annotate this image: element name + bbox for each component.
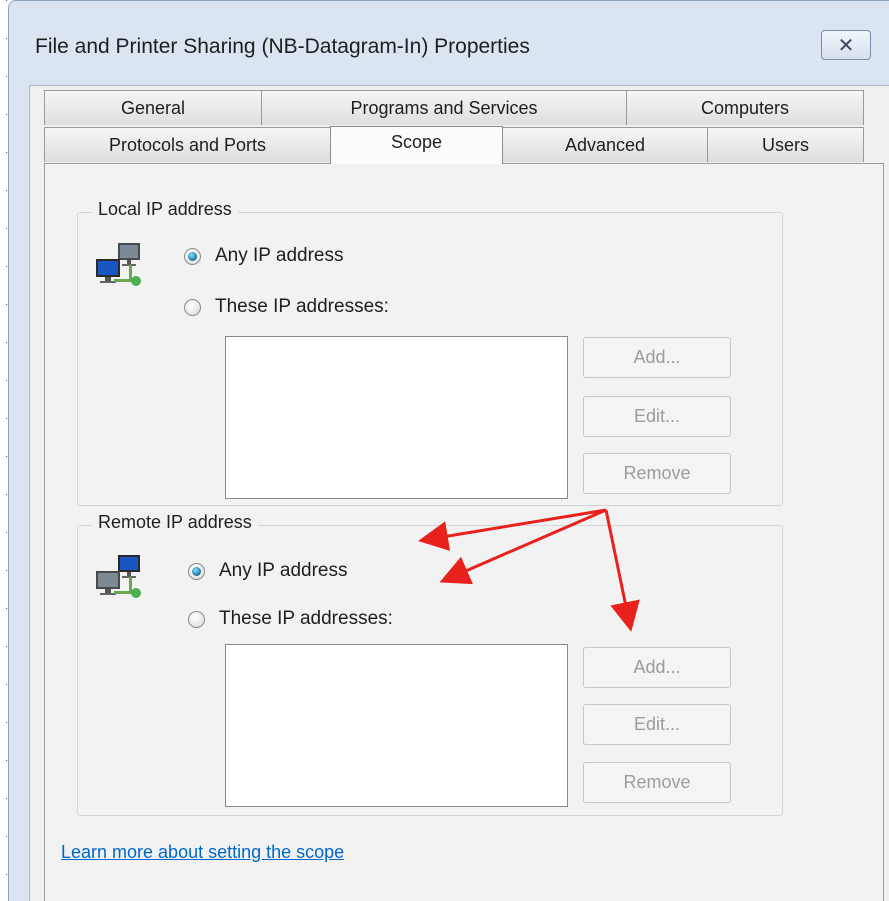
tab-label: General xyxy=(120,97,186,118)
remote-remove-button[interactable]: Remove xyxy=(583,762,731,803)
remote-ip-list[interactable] xyxy=(225,644,568,807)
tab-label: Computers xyxy=(700,97,790,118)
scope-tab-panel: Local IP address Any IP address These IP… xyxy=(44,163,884,901)
radio-label: These IP addresses: xyxy=(219,608,393,629)
remote-ip-group: Remote IP address Any IP address These I… xyxy=(77,512,783,816)
local-these-ip-radio[interactable]: These IP addresses: xyxy=(184,296,389,318)
radio-button xyxy=(184,247,201,265)
radio-label: These IP addresses: xyxy=(215,296,389,317)
local-edit-button[interactable]: Edit... xyxy=(583,396,731,437)
network-computers-icon xyxy=(96,243,141,286)
radio-button xyxy=(184,298,201,316)
radio-label: Any IP address xyxy=(215,245,344,266)
radio-button xyxy=(188,610,205,628)
tab-scope[interactable]: Scope xyxy=(330,126,503,164)
remote-any-ip-radio[interactable]: Any IP address xyxy=(188,560,348,582)
tab-label: Users xyxy=(761,134,809,155)
tab-general[interactable]: General xyxy=(44,90,262,125)
tab-label: Scope xyxy=(390,132,443,152)
properties-window: File and Printer Sharing (NB-Datagram-In… xyxy=(8,0,889,901)
tab-protocols-and-ports[interactable]: Protocols and Ports xyxy=(44,127,331,162)
radio-button xyxy=(188,562,205,580)
tab-users[interactable]: Users xyxy=(707,127,864,162)
tab-label: Programs and Services xyxy=(350,97,538,118)
local-add-button[interactable]: Add... xyxy=(583,337,731,378)
background-edge xyxy=(0,0,8,901)
tab-label: Protocols and Ports xyxy=(108,134,267,155)
title-bar[interactable]: File and Printer Sharing (NB-Datagram-In… xyxy=(9,1,889,93)
dialog-body: General Programs and Services Computers … xyxy=(29,85,889,901)
window-title: File and Printer Sharing (NB-Datagram-In… xyxy=(35,35,530,58)
tab-advanced[interactable]: Advanced xyxy=(502,127,708,162)
tab-programs-and-services[interactable]: Programs and Services xyxy=(261,90,627,125)
tab-label: Advanced xyxy=(564,134,646,155)
local-remove-button[interactable]: Remove xyxy=(583,453,731,494)
local-ip-list[interactable] xyxy=(225,336,568,499)
remote-these-ip-radio[interactable]: These IP addresses: xyxy=(188,608,393,630)
radio-label: Any IP address xyxy=(219,560,348,581)
local-ip-group: Local IP address Any IP address These IP… xyxy=(77,199,783,506)
remote-ip-group-title: Remote IP address xyxy=(92,512,258,533)
tab-computers[interactable]: Computers xyxy=(626,90,864,125)
network-computers-icon xyxy=(96,555,141,598)
local-any-ip-radio[interactable]: Any IP address xyxy=(184,245,344,267)
close-icon: ✕ xyxy=(837,34,855,57)
remote-edit-button[interactable]: Edit... xyxy=(583,704,731,745)
close-button[interactable]: ✕ xyxy=(821,30,871,60)
local-ip-group-title: Local IP address xyxy=(92,199,238,220)
learn-more-link[interactable]: Learn more about setting the scope xyxy=(61,842,344,863)
remote-add-button[interactable]: Add... xyxy=(583,647,731,688)
